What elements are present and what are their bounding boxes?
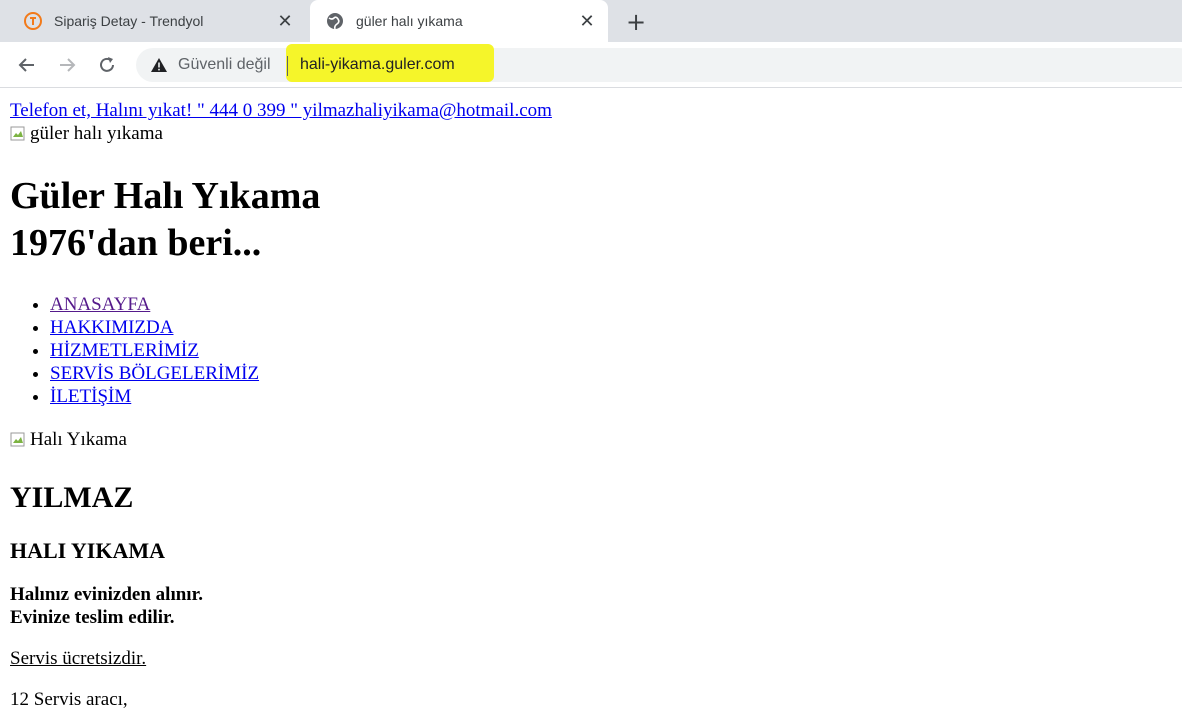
globe-icon (327, 13, 343, 30)
title-line-2: 1976'dan beri... (10, 222, 262, 264)
close-icon[interactable]: ✕ (276, 11, 294, 31)
menu-item: SERVİS BÖLGELERİMİZ (50, 362, 1172, 385)
back-button[interactable] (14, 52, 40, 78)
vehicles-text: 12 Servis aracı, (10, 689, 128, 710)
trendyol-icon (24, 12, 42, 30)
pickup-line-2: Evinize teslim edilir. (10, 607, 175, 628)
forward-button[interactable] (54, 52, 80, 78)
tab-guler[interactable]: güler halı yıkama ✕ (310, 0, 608, 42)
tab-title: güler halı yıkama (356, 13, 463, 29)
menu-link-iletisim[interactable]: İLETİŞİM (50, 386, 131, 407)
menu-link-hizmetlerimiz[interactable]: HİZMETLERİMİZ (50, 340, 199, 361)
title-line-1: Güler Halı Yıkama (10, 175, 321, 217)
arrow-right-icon (60, 58, 76, 72)
tab-trendyol[interactable]: Sipariş Detay - Trendyol ✕ (8, 0, 306, 42)
tab-title: Sipariş Detay - Trendyol (54, 13, 204, 29)
reload-button[interactable] (94, 52, 120, 78)
main-menu: ANASAYFA HAKKIMIZDA HİZMETLERİMİZ SERVİS… (10, 293, 1172, 408)
section-subheading: HALI YIKAMA (10, 538, 166, 563)
new-tab-button[interactable]: + (622, 8, 650, 36)
broken-image-icon (10, 126, 25, 140)
menu-link-hakkimizda[interactable]: HAKKIMIZDA (50, 317, 173, 338)
menu-item: HİZMETLERİMİZ (50, 339, 1172, 362)
menu-item: HAKKIMIZDA (50, 316, 1172, 339)
banner-alt-text: Halı Yıkama (30, 429, 127, 450)
menu-link-anasayfa[interactable]: ANASAYFA (50, 294, 150, 315)
tab-strip: Sipariş Detay - Trendyol ✕ güler halı yı… (0, 0, 1182, 42)
security-status[interactable]: Güvenli değil (178, 56, 271, 74)
logo-alt-text: güler halı yıkama (30, 123, 163, 144)
section-heading: YILMAZ (10, 481, 134, 514)
menu-link-servis-bolgelerimiz[interactable]: SERVİS BÖLGELERİMİZ (50, 363, 259, 384)
page-title: Güler Halı Yıkama 1976'dan beri... (10, 173, 1172, 267)
page-content: Telefon et, Halını yıkat! " 444 0 399 " … (0, 89, 1182, 716)
pickup-line-1: Halınız evinizden alınır. (10, 584, 204, 605)
url-text[interactable]: hali-yikama.guler.com (300, 56, 455, 74)
warning-icon[interactable] (150, 57, 168, 73)
close-icon[interactable]: ✕ (578, 11, 596, 31)
separator (287, 56, 288, 76)
reload-icon (100, 57, 114, 72)
contact-link[interactable]: Telefon et, Halını yıkat! " 444 0 399 " … (10, 100, 552, 121)
service-free-text: Servis ücretsizdir. (10, 648, 147, 669)
menu-item: ANASAYFA (50, 293, 1172, 316)
menu-item: İLETİŞİM (50, 385, 1172, 408)
broken-image-icon (10, 432, 25, 446)
pickup-text: Halınız evinizden alınır. Evinize teslim… (10, 583, 1172, 629)
arrow-left-icon (18, 58, 34, 72)
logo-image: güler halı yıkama (10, 122, 1172, 145)
banner-image: Halı Yıkama (10, 428, 1172, 451)
